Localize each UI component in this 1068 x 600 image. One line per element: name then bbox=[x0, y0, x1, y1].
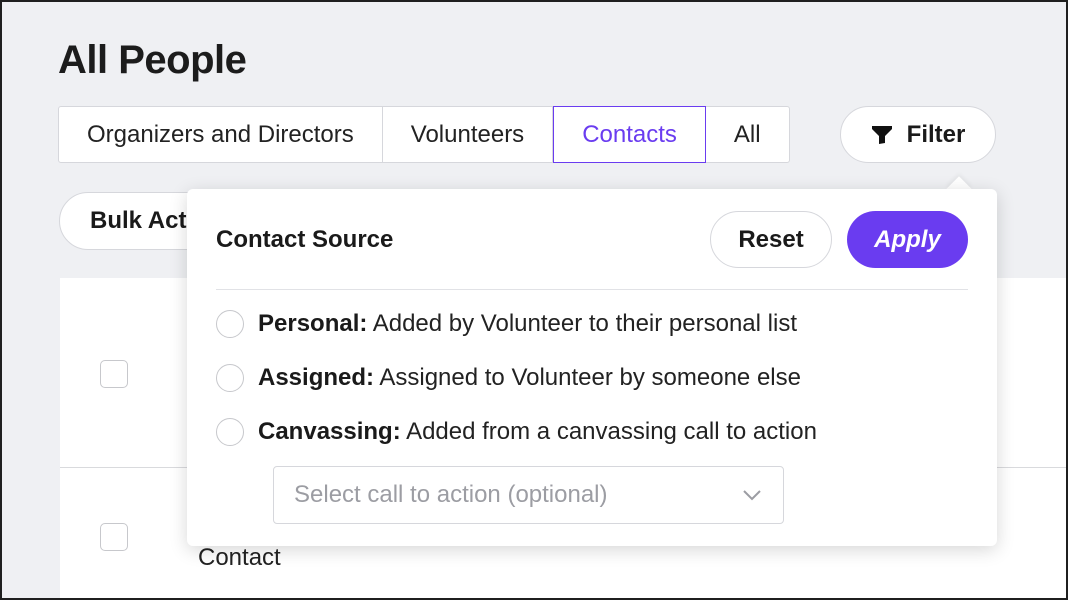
popover-title: Contact Source bbox=[216, 226, 394, 253]
tab-contacts[interactable]: Contacts bbox=[553, 106, 706, 163]
option-assigned-desc: Assigned to Volunteer by someone else bbox=[379, 364, 801, 391]
radio-canvassing[interactable] bbox=[216, 418, 244, 446]
option-personal[interactable]: Personal: Added by Volunteer to their pe… bbox=[216, 309, 797, 339]
popover-divider bbox=[216, 289, 968, 290]
table-cell-contact-type: Contact bbox=[198, 544, 281, 571]
row-checkbox[interactable] bbox=[100, 360, 128, 388]
radio-personal[interactable] bbox=[216, 310, 244, 338]
chevron-down-icon bbox=[743, 490, 761, 501]
call-to-action-select[interactable]: Select call to action (optional) bbox=[273, 466, 784, 524]
people-tabs: Organizers and Directors Volunteers Cont… bbox=[58, 106, 790, 163]
option-canvassing-desc: Added from a canvassing call to action bbox=[406, 418, 817, 445]
option-personal-label: Personal: bbox=[258, 310, 368, 337]
tab-organizers-and-directors[interactable]: Organizers and Directors bbox=[59, 107, 383, 162]
page-title: All People bbox=[58, 38, 247, 82]
apply-button[interactable]: Apply bbox=[847, 211, 968, 268]
tab-volunteers[interactable]: Volunteers bbox=[383, 107, 554, 162]
filter-label: Filter bbox=[906, 120, 966, 148]
app-frame: All People Organizers and Directors Volu… bbox=[0, 0, 1068, 600]
reset-button[interactable]: Reset bbox=[710, 211, 832, 268]
bulk-actions-label: Bulk Acti bbox=[90, 207, 194, 234]
tab-all[interactable]: All bbox=[706, 107, 789, 162]
option-personal-desc: Added by Volunteer to their personal lis… bbox=[372, 310, 797, 337]
option-assigned-label: Assigned: bbox=[258, 364, 375, 391]
funnel-icon bbox=[871, 125, 892, 144]
call-to-action-placeholder: Select call to action (optional) bbox=[294, 481, 608, 508]
option-canvassing[interactable]: Canvassing: Added from a canvassing call… bbox=[216, 417, 817, 447]
radio-assigned[interactable] bbox=[216, 364, 244, 392]
option-canvassing-label: Canvassing: bbox=[258, 418, 401, 445]
option-assigned[interactable]: Assigned: Assigned to Volunteer by someo… bbox=[216, 363, 801, 393]
row-checkbox[interactable] bbox=[100, 523, 128, 551]
filter-button[interactable]: Filter bbox=[840, 106, 996, 163]
contact-source-filter-popover: Contact Source Reset Apply Personal: Add… bbox=[187, 189, 997, 546]
